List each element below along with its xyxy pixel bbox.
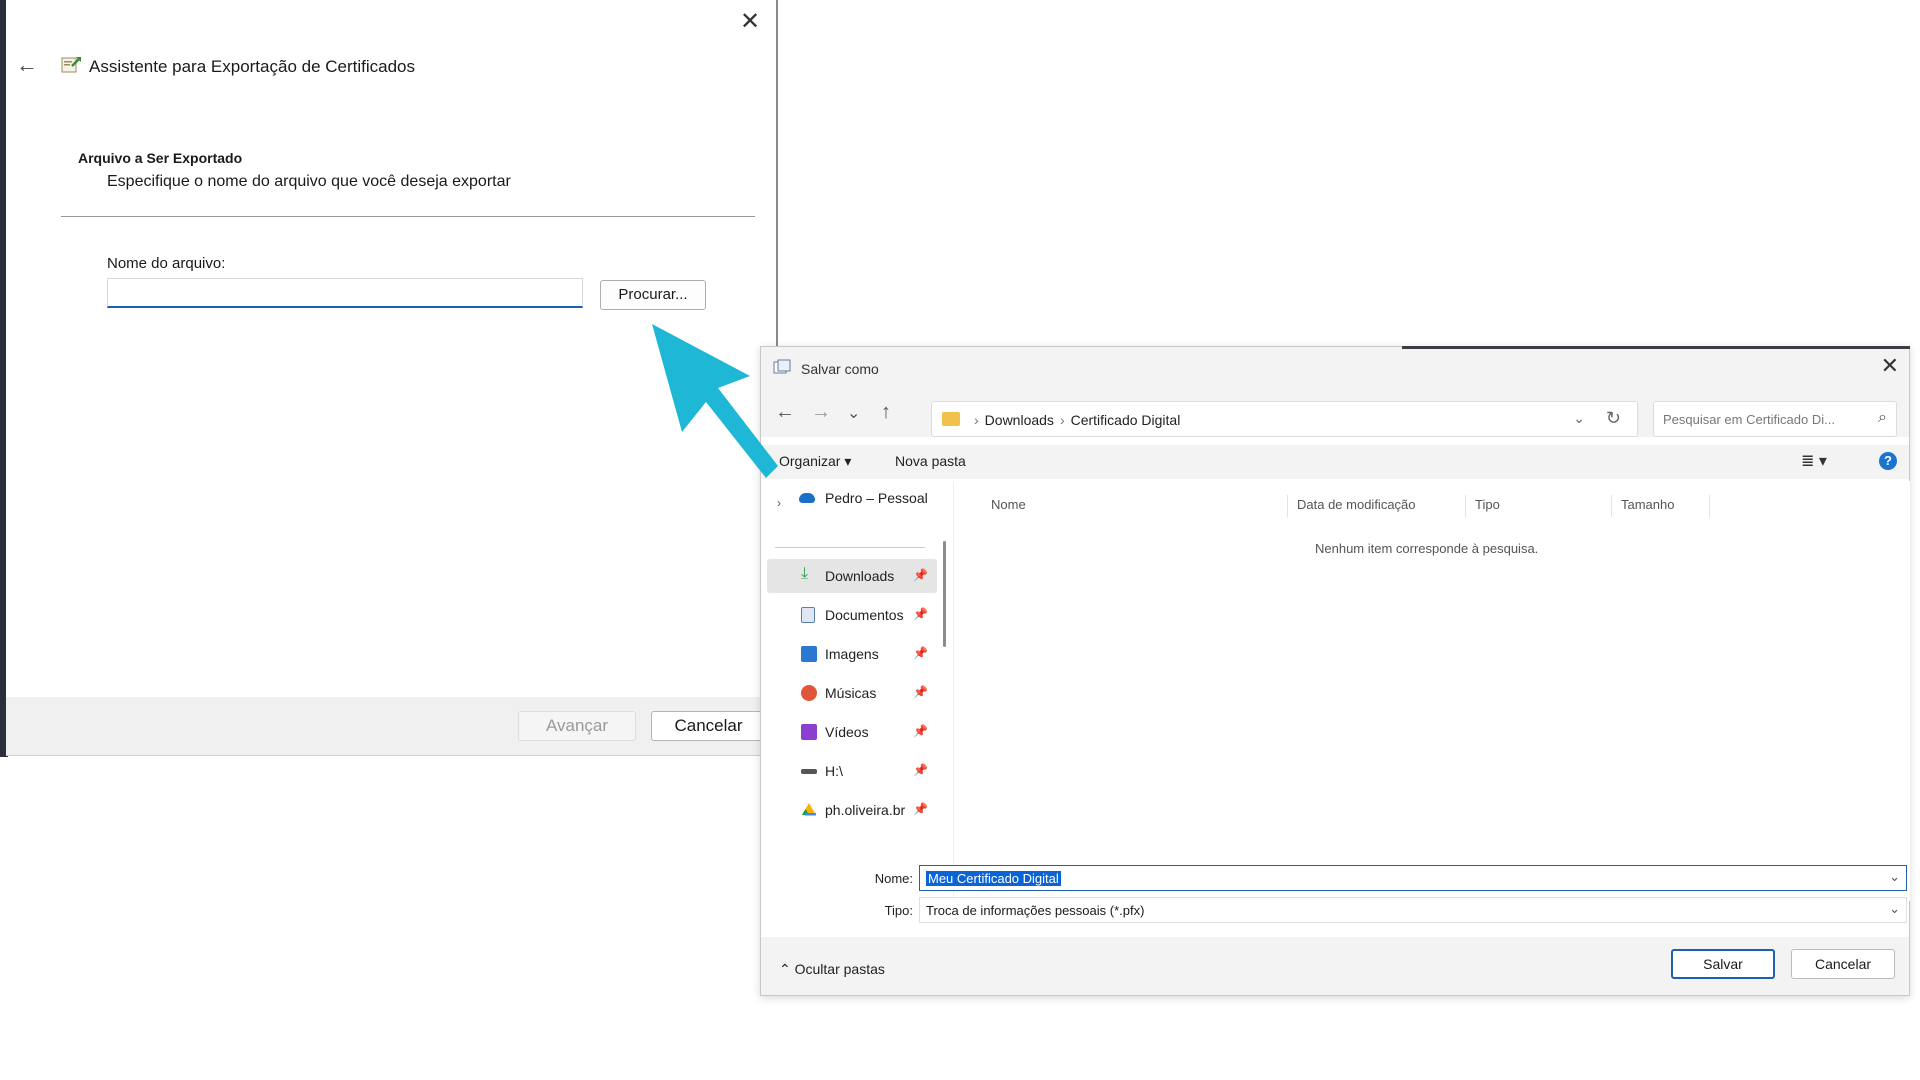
refresh-icon[interactable]: ↻ (1606, 408, 1621, 429)
chevron-down-icon[interactable]: ⌄ (1573, 410, 1585, 427)
pin-icon: 📌 (913, 724, 928, 738)
nav-item-videos[interactable]: Vídeos 📌 (761, 715, 937, 749)
file-name-input[interactable] (107, 278, 583, 308)
dialog-title: Salvar como (801, 361, 879, 377)
close-icon[interactable]: ✕ (736, 8, 764, 36)
chevron-down-icon[interactable]: ⌄ (1889, 901, 1900, 917)
pin-icon: 📌 (913, 607, 928, 621)
document-icon (801, 607, 815, 623)
wizard-cancel-button[interactable]: Cancelar (651, 711, 766, 741)
save-button[interactable]: Salvar (1671, 949, 1775, 979)
navigation-pane: › Pedro – Pessoal ⤓ Downloads 📌 Document… (761, 481, 951, 901)
nav-item-drive-h[interactable]: H:\ 📌 (761, 754, 937, 788)
file-type-value: Troca de informações pessoais (*.pfx) (926, 903, 1145, 918)
empty-state-message: Nenhum item corresponde à pesquisa. (1315, 541, 1539, 556)
browse-button[interactable]: Procurar... (600, 280, 706, 310)
section-heading: Arquivo a Ser Exportado (78, 150, 243, 166)
music-icon (801, 685, 817, 701)
image-icon (801, 646, 817, 662)
nav-item-label: Downloads (825, 568, 895, 584)
breadcrumb-downloads[interactable]: Downloads (985, 412, 1054, 428)
dialog-titlebar (761, 347, 1909, 387)
chevron-down-icon[interactable]: ⌄ (1889, 869, 1900, 885)
column-divider[interactable] (1287, 495, 1288, 517)
new-folder-button[interactable]: Nova pasta (895, 453, 966, 469)
column-header-type[interactable]: Tipo (1475, 497, 1500, 512)
nav-item-music[interactable]: Músicas 📌 (761, 676, 937, 710)
cloud-icon (799, 493, 815, 503)
video-icon (801, 724, 817, 740)
pin-icon: 📌 (913, 685, 928, 699)
divider (775, 547, 925, 548)
search-input[interactable]: Pesquisar em Certificado Di... ⌕ (1653, 401, 1897, 437)
nav-item-label: Músicas (825, 685, 877, 701)
divider (61, 216, 755, 217)
window-edge (1402, 346, 1910, 349)
file-name-field[interactable]: Meu Certificado Digital ⌄ (919, 865, 1907, 891)
search-icon: ⌕ (1878, 409, 1887, 426)
save-as-dialog: Salvar como ✕ ← → ⌄ ↑ › Downloads › Certifi… (760, 346, 1910, 996)
breadcrumb-certificado-digital[interactable]: Certificado Digital (1071, 412, 1181, 428)
search-placeholder: Pesquisar em Certificado Di... (1663, 412, 1835, 427)
chevron-right-icon[interactable]: › (777, 496, 781, 510)
google-drive-icon (802, 803, 816, 816)
nav-item-label: Imagens (825, 646, 879, 662)
nav-item-label: Vídeos (825, 724, 869, 740)
column-header-size[interactable]: Tamanho (1621, 497, 1674, 512)
forward-icon[interactable]: → (811, 401, 831, 424)
nav-item-downloads[interactable]: ⤓ Downloads 📌 (767, 559, 937, 593)
column-header-name[interactable]: Nome (991, 497, 1026, 512)
address-bar[interactable]: › Downloads › Certificado Digital ⌄ ↻ (931, 401, 1638, 437)
file-type-select[interactable]: Troca de informações pessoais (*.pfx) ⌄ (919, 897, 1907, 923)
column-divider[interactable] (1465, 495, 1466, 517)
file-type-label: Tipo: (884, 903, 913, 918)
close-icon[interactable]: ✕ (1881, 353, 1899, 379)
column-header-date[interactable]: Data de modificação (1297, 497, 1416, 512)
pin-icon: 📌 (913, 802, 928, 816)
breadcrumb[interactable]: › Downloads › Certificado Digital (968, 412, 1180, 428)
chevron-up-icon: ⌃ (779, 961, 795, 977)
nav-item-label: Documentos (825, 607, 904, 623)
up-folder-icon[interactable]: ↑ (881, 401, 891, 424)
back-arrow-icon[interactable]: ← (16, 52, 38, 78)
pin-icon: 📌 (913, 646, 928, 660)
nav-item-onedrive[interactable]: › Pedro – Pessoal (761, 481, 937, 515)
file-name-label: Nome do arquivo: (107, 255, 226, 272)
section-description: Especifique o nome do arquivo que você d… (107, 173, 511, 190)
file-name-label: Nome: (874, 871, 913, 886)
next-button[interactable]: Avançar (518, 711, 636, 741)
nav-item-google-drive[interactable]: ph.oliveira.br 📌 (761, 793, 937, 827)
organize-menu[interactable]: Organizar ▾ (779, 453, 851, 470)
nav-item-label: ph.oliveira.br (825, 802, 906, 818)
drive-icon (801, 769, 817, 774)
column-divider[interactable] (1709, 495, 1710, 517)
cancel-button[interactable]: Cancelar (1791, 949, 1895, 979)
nav-item-label: H:\ (825, 763, 843, 779)
highlight-arrow-icon (652, 324, 778, 478)
pin-icon: 📌 (913, 568, 928, 582)
nav-item-documents[interactable]: Documentos 📌 (761, 598, 937, 632)
scrollbar[interactable] (943, 541, 946, 647)
view-options-icon[interactable]: ≣ ▾ (1801, 451, 1827, 471)
file-name-value: Meu Certificado Digital (926, 871, 1061, 886)
pin-icon: 📌 (913, 763, 928, 777)
hide-folders-label: Ocultar pastas (794, 961, 885, 977)
certificate-icon (61, 57, 81, 73)
nav-item-label: Pedro – Pessoal (825, 490, 928, 506)
help-icon[interactable]: ? (1879, 452, 1897, 470)
folder-icon (942, 412, 960, 426)
download-icon: ⤓ (801, 565, 809, 582)
hide-folders-button[interactable]: ⌃ Ocultar pastas (779, 961, 885, 978)
wizard-title: Assistente para Exportação de Certificad… (89, 57, 416, 76)
column-divider[interactable] (1611, 495, 1612, 517)
nav-item-images[interactable]: Imagens 📌 (761, 637, 937, 671)
recent-locations-icon[interactable]: ⌄ (847, 403, 860, 423)
